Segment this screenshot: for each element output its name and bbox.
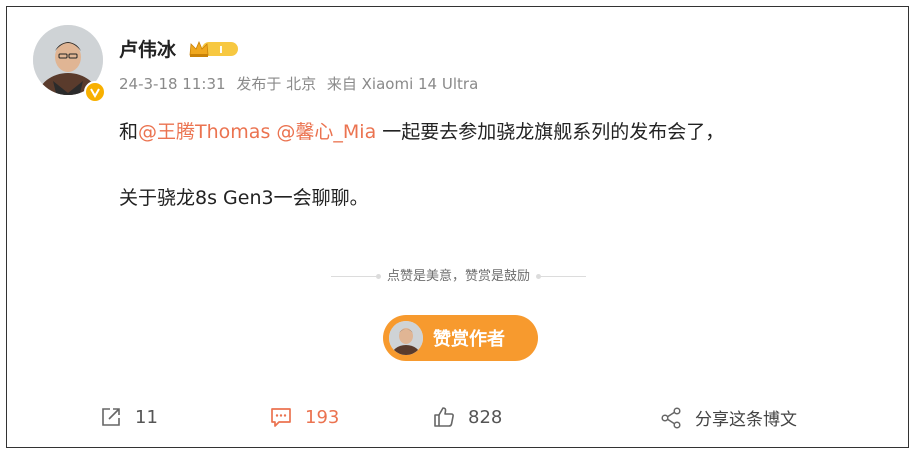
mention-link[interactable]: @王腾Thomas [138, 121, 270, 143]
weibo-post-card: 卢伟冰 I 24-3-18 11:31 发布于 北京 来自 Xiaomi 14 … [6, 6, 909, 448]
reward-caption-text: 点赞是美意，赞赏是鼓励 [386, 269, 530, 284]
text-suffix: 一起要去参加骁龙旗舰系列的发布会了， [382, 121, 725, 143]
post-text-line-1: 和@王腾Thomas @馨心_Mia 一起要去参加骁龙旗舰系列的发布会了， [119, 117, 724, 144]
reward-button-label: 赞赏作者 [433, 329, 505, 350]
comment-icon [271, 408, 291, 427]
post-date[interactable]: 24-3-18 11:31 [119, 75, 226, 93]
text-prefix: 和 [119, 121, 139, 143]
reward-author-button[interactable]: 赞赏作者 [383, 315, 538, 361]
like-button[interactable]: 828 [432, 405, 502, 429]
divider [330, 274, 381, 279]
username[interactable]: 卢伟冰 [119, 35, 176, 62]
post-meta: 24-3-18 11:31 发布于 北京 来自 Xiaomi 14 Ultra [119, 73, 484, 94]
svg-text:I: I [219, 45, 223, 56]
author-avatar [389, 321, 423, 355]
comment-button[interactable]: 193 [269, 405, 339, 429]
post-source: 来自 Xiaomi 14 Ultra [326, 75, 479, 93]
divider [536, 274, 586, 279]
post-location: 发布于 北京 [236, 75, 317, 93]
repost-count: 11 [135, 406, 158, 428]
like-count: 828 [468, 406, 503, 428]
post-text-line-2: 关于骁龙8s Gen3一会聊聊。 [119, 187, 369, 209]
share-button[interactable]: 分享这条博文 [659, 405, 797, 430]
repost-icon [102, 408, 120, 426]
comment-count: 193 [305, 406, 340, 428]
repost-button[interactable]: 11 [99, 405, 158, 429]
thumbs-up-icon [434, 407, 454, 427]
vip-crown-icon[interactable]: I [188, 39, 240, 59]
share-label: 分享这条博文 [695, 410, 797, 430]
verified-badge-icon [84, 81, 106, 103]
share-icon [661, 406, 681, 429]
mention-link[interactable]: @馨心_Mia [276, 121, 376, 143]
reward-caption: 点赞是美意，赞赏是鼓励 [7, 265, 910, 284]
